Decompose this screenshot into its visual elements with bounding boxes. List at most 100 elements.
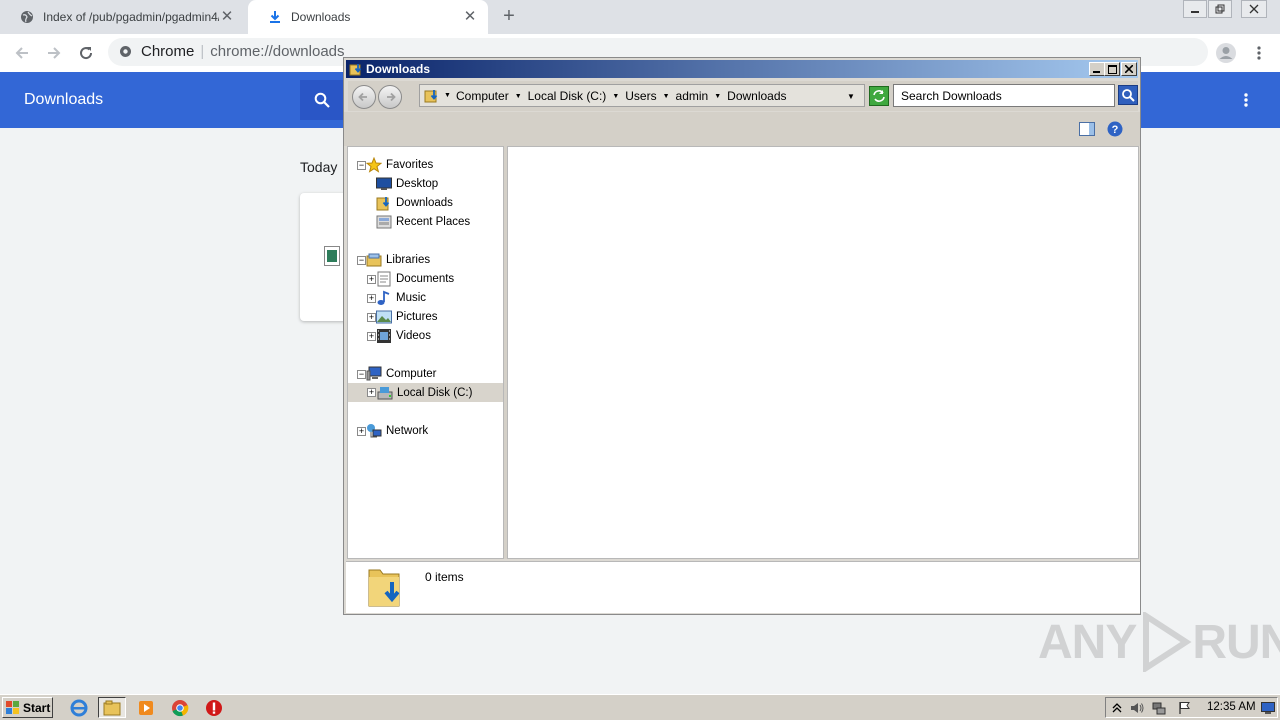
- nav-music[interactable]: Music: [376, 288, 496, 307]
- tab-downloads[interactable]: Downloads ✕: [248, 0, 488, 34]
- nav-local-disk[interactable]: + Local Disk (C:): [348, 383, 503, 402]
- collapse-icon[interactable]: −: [357, 256, 366, 265]
- breadcrumb-downloads[interactable]: Downloads: [727, 89, 786, 103]
- forward-arrow-icon[interactable]: [41, 40, 67, 66]
- item-count: 0 items: [425, 570, 464, 584]
- tab-close-icon[interactable]: ✕: [219, 9, 235, 25]
- close-window-icon[interactable]: [1241, 0, 1267, 18]
- chevron-down-icon[interactable]: ▼: [612, 93, 619, 100]
- nav-downloads[interactable]: Downloads: [376, 193, 496, 212]
- expand-icon[interactable]: +: [367, 332, 376, 341]
- collapse-icon[interactable]: −: [357, 161, 366, 170]
- tab-title: Index of /pub/pgadmin/pgadmin4/v4: [43, 10, 219, 24]
- chevron-down-icon[interactable]: ▼: [663, 93, 670, 100]
- explorer-address-bar: ▼ Computer ▼ Local Disk (C:) ▼ Users ▼ admi…: [348, 81, 1138, 111]
- breadcrumb-computer[interactable]: Computer: [456, 89, 509, 103]
- search-input[interactable]: Search Downloads: [893, 84, 1115, 107]
- chrome-menu-icon[interactable]: [1246, 40, 1272, 66]
- new-tab-button[interactable]: +: [498, 6, 520, 28]
- help-icon[interactable]: ?: [1107, 121, 1123, 137]
- nav-desktop[interactable]: Desktop: [376, 174, 496, 193]
- tab-pgadmin-index[interactable]: Index of /pub/pgadmin/pgadmin4/v4 ✕: [0, 0, 245, 34]
- address-text[interactable]: Chrome | chrome://downloads: [141, 43, 345, 60]
- preview-pane-icon[interactable]: [1079, 121, 1095, 137]
- star-icon: [366, 156, 382, 173]
- profile-avatar[interactable]: [1213, 40, 1239, 66]
- recent-places-icon: [376, 214, 392, 230]
- refresh-icon[interactable]: [869, 86, 889, 106]
- volume-icon[interactable]: [1130, 701, 1144, 715]
- nav-label: Recent Places: [396, 215, 471, 228]
- expand-icon[interactable]: +: [367, 313, 376, 322]
- taskbar-clock[interactable]: 12:35 AM: [1207, 701, 1256, 713]
- nav-label: Libraries: [386, 253, 431, 266]
- omnibox-url: chrome://downloads: [210, 43, 345, 60]
- nav-recent-places[interactable]: Recent Places: [376, 212, 496, 231]
- nav-label: Desktop: [396, 177, 439, 190]
- show-desktop-icon[interactable]: [1261, 701, 1275, 715]
- internet-explorer-icon[interactable]: [65, 697, 93, 718]
- details-pane: 0 items: [346, 561, 1140, 613]
- nav-label: Local Disk (C:): [397, 386, 473, 399]
- svg-text:?: ?: [1112, 124, 1119, 136]
- breadcrumb-local-disk[interactable]: Local Disk (C:): [528, 89, 607, 103]
- nav-favorites[interactable]: Favorites: [366, 155, 496, 174]
- expand-icon[interactable]: +: [367, 275, 376, 284]
- globe-icon: [20, 10, 34, 24]
- chevron-down-icon[interactable]: ▼: [444, 92, 451, 99]
- minimize-icon[interactable]: [1089, 62, 1105, 76]
- play-logo-icon: [1143, 612, 1192, 672]
- watermark-left: ANY: [1038, 615, 1137, 669]
- breadcrumb-admin[interactable]: admin: [676, 89, 709, 103]
- network-status-icon[interactable]: [1152, 701, 1166, 715]
- downloads-search-button[interactable]: [300, 80, 344, 120]
- file-list-pane[interactable]: [507, 146, 1139, 559]
- forward-button[interactable]: [378, 85, 402, 109]
- back-arrow-icon[interactable]: [9, 40, 35, 66]
- watermark-right: RUN: [1192, 615, 1280, 669]
- close-icon[interactable]: [1121, 62, 1137, 76]
- start-button[interactable]: Start: [2, 697, 53, 718]
- windows-explorer-icon[interactable]: [98, 697, 126, 718]
- stop-sign-icon[interactable]: [200, 697, 228, 718]
- restore-icon[interactable]: [1208, 0, 1232, 18]
- nav-videos[interactable]: Videos: [376, 326, 496, 345]
- download-icon: [268, 10, 282, 24]
- downloads-more-icon[interactable]: [1236, 90, 1256, 110]
- large-folder-download-icon: [366, 564, 406, 613]
- maximize-icon[interactable]: [1104, 62, 1120, 76]
- address-dropdown-icon[interactable]: ▼: [847, 92, 855, 101]
- explorer-window: Downloads ▼ Computer ▼ Local Disk (C:) ▼ U…: [343, 57, 1141, 615]
- media-player-icon[interactable]: [132, 697, 160, 718]
- show-hidden-icons-icon[interactable]: [1110, 701, 1124, 715]
- expand-icon[interactable]: +: [367, 294, 376, 303]
- breadcrumb[interactable]: ▼ Computer ▼ Local Disk (C:) ▼ Users ▼ admi…: [419, 84, 865, 107]
- explorer-titlebar[interactable]: Downloads: [346, 60, 1138, 78]
- back-button[interactable]: [352, 85, 376, 109]
- windows-logo-icon: [6, 700, 20, 715]
- search-icon[interactable]: [1118, 85, 1138, 105]
- nav-documents[interactable]: Documents: [376, 269, 496, 288]
- nav-libraries[interactable]: Libraries: [366, 250, 496, 269]
- chevron-down-icon[interactable]: ▼: [515, 93, 522, 100]
- explorer-title: Downloads: [366, 62, 431, 76]
- date-section-label: Today: [300, 159, 338, 175]
- chevron-down-icon[interactable]: ▼: [714, 93, 721, 100]
- nav-pictures[interactable]: Pictures: [376, 307, 496, 326]
- command-bar: ?: [344, 112, 1140, 146]
- action-center-flag-icon[interactable]: [1178, 701, 1192, 715]
- libraries-icon: [366, 252, 382, 268]
- site-info-icon[interactable]: [119, 45, 132, 63]
- omnibox-origin: Chrome: [141, 43, 195, 60]
- expand-icon[interactable]: +: [367, 388, 376, 397]
- nav-network[interactable]: Network: [366, 421, 496, 440]
- nav-computer[interactable]: Computer: [366, 364, 496, 383]
- collapse-icon[interactable]: −: [357, 370, 366, 379]
- tab-close-icon[interactable]: ✕: [462, 9, 478, 25]
- reload-icon[interactable]: [73, 40, 99, 66]
- chrome-icon[interactable]: [166, 697, 194, 718]
- expand-icon[interactable]: +: [357, 427, 366, 436]
- minimize-icon[interactable]: [1183, 0, 1207, 18]
- network-icon: [366, 423, 382, 439]
- breadcrumb-users[interactable]: Users: [625, 89, 656, 103]
